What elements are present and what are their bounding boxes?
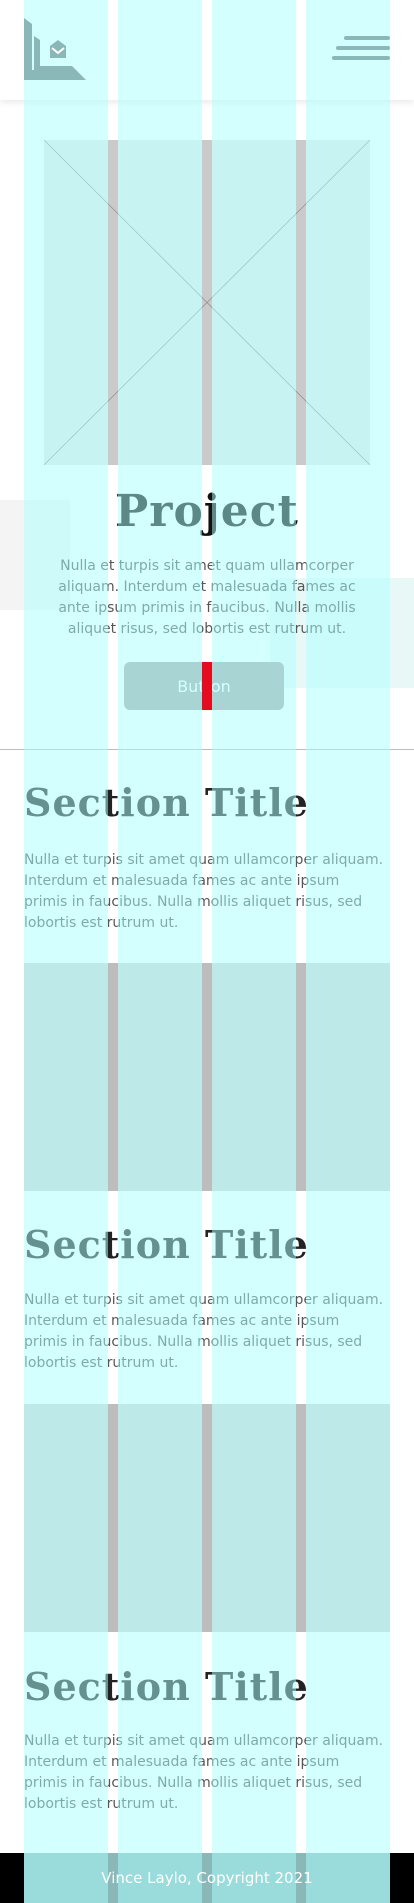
section-text: Nulla et turpis sit amet quam ullamcorpe… (24, 852, 384, 931)
project-description: Nulla et turpis sit amet quam ullamcorpe… (58, 558, 356, 637)
footer-copyright: Vince Laylo, Copyright 2021 (101, 1869, 313, 1887)
section-divider (0, 749, 414, 750)
grid-gutter (202, 1404, 212, 1632)
grid-gutter (108, 963, 118, 1191)
project-title: Project (115, 486, 299, 537)
logo-icon[interactable] (24, 18, 90, 82)
grid-gutter (296, 963, 306, 1191)
grid-gutter (296, 1404, 306, 1632)
section-title: Section Title (24, 1664, 309, 1709)
section-text: Nulla et turpis sit amet quam ullamcorpe… (24, 1292, 384, 1371)
section-text: Nulla et turpis sit amet quam ullamcorpe… (24, 1733, 384, 1812)
grid-gutter (202, 140, 212, 465)
red-marker (202, 662, 212, 710)
section-title: Section Title (24, 780, 309, 825)
grid-gutter (296, 140, 306, 465)
grid-gutter (108, 140, 118, 465)
grid-gutter (108, 1404, 118, 1632)
hamburger-icon[interactable] (332, 32, 390, 64)
section-title: Section Title (24, 1222, 309, 1267)
grid-gutter (202, 963, 212, 1191)
